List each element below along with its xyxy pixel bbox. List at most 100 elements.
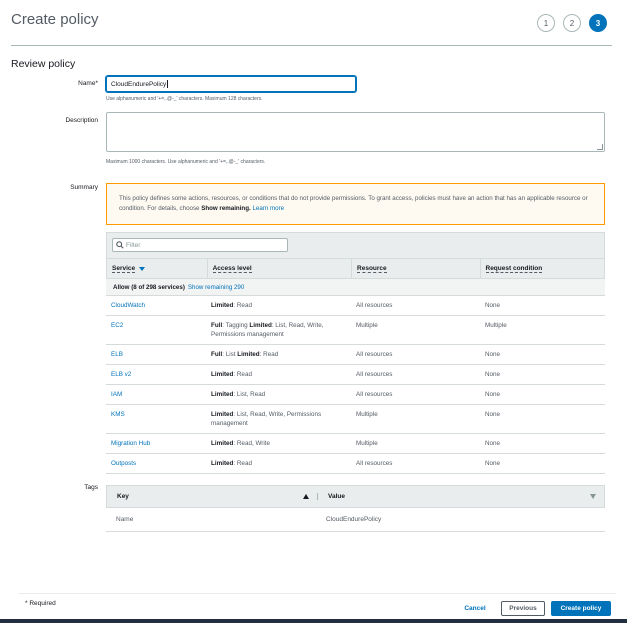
allow-group-row: Allow (8 of 298 services) Show remaining… <box>106 279 605 296</box>
access-level-text: : Read, Write <box>233 440 271 447</box>
service-link[interactable]: ELB <box>106 345 206 364</box>
access-level-text: : List, Read <box>233 391 266 398</box>
column-access-level-label: Access level <box>212 264 252 273</box>
section-title: Review policy <box>11 58 76 70</box>
service-link[interactable]: IAM <box>106 385 206 404</box>
service-link[interactable]: CloudWatch <box>106 296 206 315</box>
resize-handle-icon[interactable] <box>597 144 603 150</box>
required-note: * Required <box>25 600 56 607</box>
table-row: Migration Hub Limited: Read, Write Multipl… <box>106 434 605 454</box>
name-hint: Use alphanumeric and '+=,.@-_' character… <box>106 96 263 102</box>
sort-down-icon <box>139 266 146 271</box>
access-level-text: : Read <box>233 460 252 467</box>
table-row: EC2 Full: Tagging Limited: List, Read, Wr… <box>106 316 605 345</box>
tag-key: Name <box>116 516 134 523</box>
access-level-text: : Tagging <box>222 322 250 329</box>
condition-cell: Multiple <box>485 322 507 329</box>
description-label: Description <box>65 117 98 124</box>
access-level-bold: Full <box>211 351 223 358</box>
column-service[interactable]: Service <box>107 259 207 278</box>
service-link[interactable]: EC2 <box>106 316 206 344</box>
resource-cell: All resources <box>356 391 393 398</box>
table-row: KMS Limited: List, Read, Write, Permissio… <box>106 405 605 434</box>
resource-cell: All resources <box>356 371 393 378</box>
sort-down-icon <box>590 494 596 499</box>
access-level-bold: Limited <box>211 371 234 378</box>
table-row: IAM Limited: List, Read All resources None <box>106 385 605 405</box>
column-resource-label: Resource <box>357 264 387 273</box>
access-level-text: : Read <box>233 302 252 309</box>
table-body: CloudWatch Limited: Read All resources None… <box>106 296 605 474</box>
access-level-bold: Limited <box>211 391 234 398</box>
table-row: ELB Full: List Limited: Read All resources… <box>106 345 605 365</box>
service-link[interactable]: ELB v2 <box>106 365 206 384</box>
access-level-cell: Limited: Read, Write <box>206 434 351 453</box>
access-level-cell: Limited: Read <box>206 296 351 315</box>
access-level-bold-2: Limited <box>237 351 260 358</box>
resource-cell: Multiple <box>356 322 378 329</box>
access-level-bold: Limited <box>211 460 234 467</box>
condition-cell: None <box>485 440 501 447</box>
show-remaining-link[interactable]: Show remaining 290 <box>188 284 244 291</box>
learn-more-link[interactable]: Learn more <box>252 205 284 212</box>
name-input[interactable]: CloudEndurePolicy <box>106 76 356 92</box>
resource-cell: All resources <box>356 460 393 467</box>
resource-cell: Multiple <box>356 411 378 418</box>
access-level-text-2: : Read <box>259 351 279 358</box>
column-access-level[interactable]: Access level <box>206 259 351 278</box>
tag-value: CloudEndurePolicy <box>326 516 382 523</box>
condition-cell: None <box>485 391 501 398</box>
access-level-bold: Limited <box>211 440 234 447</box>
page-title: Create policy <box>11 11 99 28</box>
column-key[interactable]: Key <box>107 493 317 500</box>
table-header: Service Access level Resource Request co… <box>106 259 605 279</box>
search-icon <box>116 241 124 249</box>
condition-cell: None <box>485 351 501 358</box>
tags-header: Key Value <box>106 485 605 508</box>
access-level-text: : Read <box>233 371 252 378</box>
column-value[interactable]: Value <box>317 493 604 500</box>
condition-cell: None <box>485 411 501 418</box>
header-divider <box>11 45 612 46</box>
allow-label: Allow (8 of 298 services) <box>113 283 185 291</box>
access-level-cell: Full: List Limited: Read <box>206 345 351 364</box>
tags-label: Tags <box>84 484 98 491</box>
footer-bar: * Required Cancel Previous Create policy <box>19 593 616 621</box>
access-level-bold: Limited <box>211 302 234 309</box>
access-level-text: : List <box>222 351 238 358</box>
access-level-cell: Limited: List, Read <box>206 385 351 404</box>
description-hint: Maximum 1000 characters. Use alphanumeri… <box>106 159 266 165</box>
column-resource[interactable]: Resource <box>351 259 479 278</box>
previous-button[interactable]: Previous <box>501 601 545 616</box>
table-row: Outposts Limited: Read All resources None <box>106 454 605 474</box>
access-level-bold: Full <box>211 322 223 329</box>
resource-cell: Multiple <box>356 440 378 447</box>
name-label: Name* <box>78 80 98 87</box>
condition-cell: None <box>485 460 501 467</box>
step-3-current: 3 <box>589 14 607 32</box>
filter-bar: Filter <box>106 232 605 259</box>
create-policy-button[interactable]: Create policy <box>551 601 611 616</box>
step-indicator: 1 2 3 <box>537 14 607 32</box>
name-input-value: CloudEndurePolicy <box>111 80 167 88</box>
column-key-label: Key <box>117 493 129 500</box>
step-1[interactable]: 1 <box>537 14 555 32</box>
access-level-cell: Full: Tagging Limited: List, Read, Write… <box>206 316 351 344</box>
step-2[interactable]: 2 <box>563 14 581 32</box>
service-link[interactable]: KMS <box>106 405 206 433</box>
text-caret <box>167 80 169 88</box>
column-request-condition-label: Request condition <box>485 264 543 273</box>
bottom-bar <box>0 619 627 623</box>
cancel-button[interactable]: Cancel <box>455 601 495 616</box>
summary-label: Summary <box>70 184 98 191</box>
column-value-label: Value <box>328 493 345 500</box>
warning-bold: Show remaining. <box>201 205 251 212</box>
table-row: CloudWatch Limited: Read All resources None <box>106 296 605 316</box>
warning-alert: This policy defines some actions, resour… <box>106 183 605 225</box>
service-link[interactable]: Outposts <box>106 454 206 473</box>
condition-cell: None <box>485 302 501 309</box>
column-request-condition[interactable]: Request condition <box>479 259 605 278</box>
description-textarea[interactable] <box>106 112 605 152</box>
filter-input[interactable]: Filter <box>112 238 288 252</box>
service-link[interactable]: Migration Hub <box>106 434 206 453</box>
